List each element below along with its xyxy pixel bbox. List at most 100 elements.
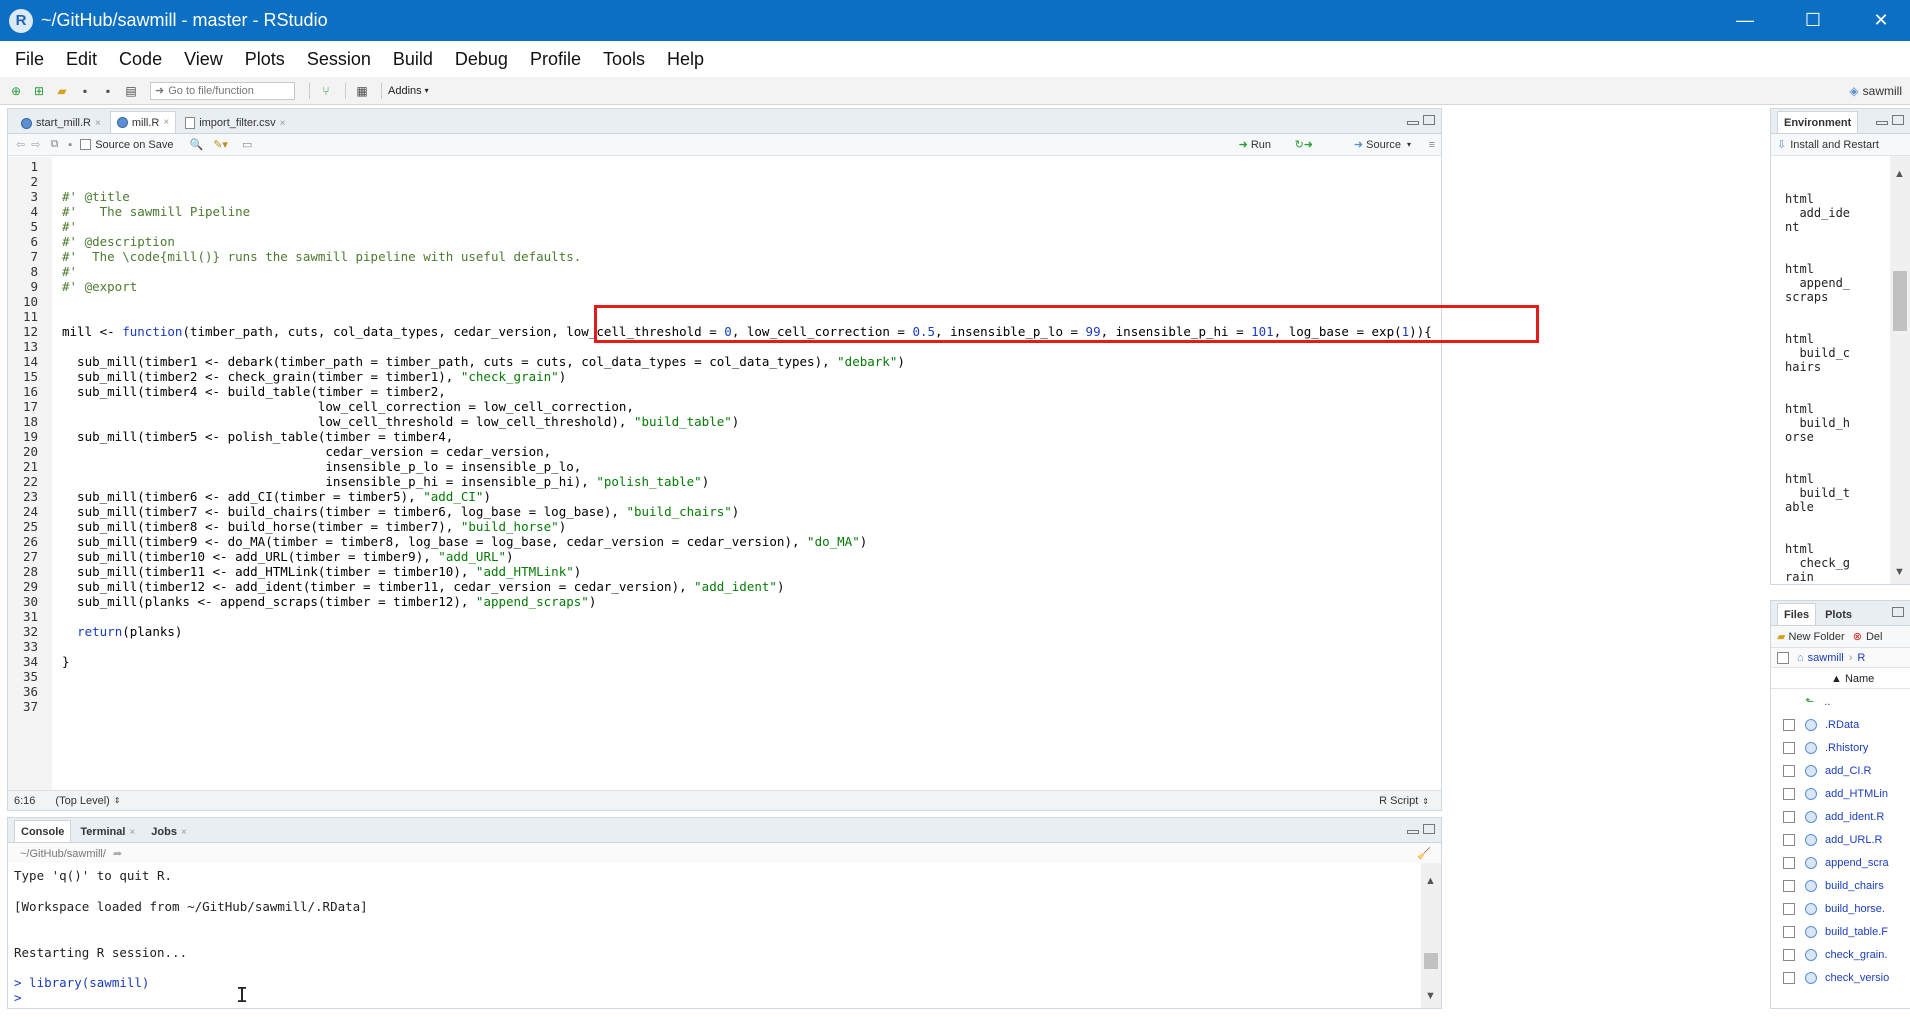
environment-item[interactable]: html build_h orse [1785,402,1875,444]
file-checkbox[interactable] [1783,810,1795,823]
show-in-window-icon[interactable]: ⧉ [50,138,58,151]
close-tab-icon[interactable]: × [163,117,169,128]
file-name[interactable]: build_table.F [1825,926,1888,938]
file-row[interactable]: check_versio [1771,966,1910,989]
file-row[interactable]: add_CI.R [1771,759,1910,782]
file-name[interactable]: add_ident.R [1825,811,1884,823]
tab-console[interactable]: Console [14,820,72,842]
minimize-button[interactable]: — [1716,0,1774,41]
file-row[interactable]: append_scra [1771,851,1910,874]
menu-session[interactable]: Session [296,49,382,70]
file-checkbox[interactable] [1783,741,1795,754]
save-file-icon[interactable]: ▪ [68,139,72,151]
file-row[interactable]: build_table.F [1771,920,1910,943]
menu-code[interactable]: Code [108,49,173,70]
file-row[interactable]: add_ident.R [1771,805,1910,828]
file-row[interactable]: add_HTMLin [1771,782,1910,805]
tab-import-filter[interactable]: import_filter.csv × [178,112,292,133]
new-project-icon[interactable]: ⊞ [29,82,49,100]
menu-build[interactable]: Build [382,49,444,70]
menu-edit[interactable]: Edit [55,49,108,70]
clear-console-icon[interactable]: 🧹 [1417,847,1431,860]
goto-file-input[interactable]: ➜ Go to file/function [150,81,295,100]
tab-files[interactable]: Files [1777,603,1817,625]
environment-item[interactable]: html check_g rain [1785,542,1875,584]
save-icon[interactable]: ▪ [75,82,95,100]
file-name[interactable]: add_HTMLin [1825,788,1888,800]
file-name[interactable]: build_chairs [1825,880,1884,892]
tab-jobs[interactable]: Jobs × [144,821,194,842]
pane-layout-icon[interactable]: ▦ [352,82,372,100]
menu-profile[interactable]: Profile [519,49,592,70]
source-button[interactable]: ➜ Source ▾ [1354,138,1411,152]
delete-button[interactable]: Del [1866,631,1883,643]
maximize-pane-icon[interactable] [1423,115,1435,125]
maximize-pane-icon[interactable] [1892,115,1904,125]
minimize-pane-icon[interactable] [1876,121,1888,125]
file-name[interactable]: build_horse. [1825,903,1885,915]
close-tab-icon[interactable]: × [129,827,135,838]
minimize-pane-icon[interactable] [1407,830,1419,834]
search-icon[interactable]: 🔍 [189,138,203,151]
file-name[interactable]: .Rhistory [1825,742,1868,754]
file-checkbox[interactable] [1783,879,1795,892]
home-icon[interactable]: ⌂ [1797,652,1804,664]
file-checkbox[interactable] [1783,856,1795,869]
file-row[interactable]: .Rhistory [1771,736,1910,759]
file-checkbox[interactable] [1783,718,1795,731]
file-name[interactable]: check_grain. [1825,949,1887,961]
environment-item[interactable]: html add_ide nt [1785,192,1875,234]
install-restart-button[interactable]: Install and Restart [1790,139,1879,151]
file-checkbox[interactable] [1783,833,1795,846]
print-icon[interactable]: ▤ [121,82,141,100]
tab-environment[interactable]: Environment [1777,111,1859,133]
tab-plots[interactable]: Plots [1818,604,1859,625]
go-to-directory-icon[interactable]: ➦ [113,848,122,860]
new-folder-button[interactable]: New Folder [1788,631,1844,643]
file-checkbox[interactable] [1783,948,1795,961]
console-scrollbar[interactable]: ▲ ▼ [1421,863,1441,1008]
vcs-icon[interactable]: ⑂ [316,82,336,100]
maximize-pane-icon[interactable] [1423,824,1435,834]
forward-arrow-icon[interactable]: ⇨ [31,138,40,151]
run-button[interactable]: ➜ Run [1239,138,1271,152]
name-column-header[interactable]: ▲ Name [1831,673,1874,685]
file-name[interactable]: append_scra [1825,857,1889,869]
scroll-up-icon[interactable]: ▲ [1425,875,1436,887]
close-tab-icon[interactable]: × [95,118,101,129]
environment-item[interactable]: html build_t able [1785,472,1875,514]
maximize-pane-icon[interactable] [1892,607,1904,617]
scroll-down-icon[interactable]: ▼ [1425,990,1436,1002]
outline-icon[interactable]: ≡ [1429,139,1435,151]
rerun-icon[interactable]: ↻➜ [1295,138,1313,151]
select-all-checkbox[interactable] [1777,651,1789,664]
maximize-button[interactable]: ☐ [1784,0,1842,41]
file-row[interactable]: build_horse. [1771,897,1910,920]
minimize-pane-icon[interactable] [1407,121,1419,125]
addins-menu[interactable]: Addins [388,85,422,97]
tab-mill[interactable]: mill.R × [109,111,177,133]
close-tab-icon[interactable]: × [181,827,187,838]
menu-help[interactable]: Help [656,49,715,70]
environment-item[interactable]: html append_ scraps [1785,262,1875,304]
menu-view[interactable]: View [173,49,234,70]
project-menu[interactable]: ◈ sawmill [1849,77,1902,104]
file-checkbox[interactable] [1783,902,1795,915]
file-type-selector[interactable]: R Script ⇕ [1379,795,1429,807]
back-arrow-icon[interactable]: ⇦ [16,138,25,151]
file-checkbox[interactable] [1783,971,1795,984]
close-button[interactable]: ✕ [1852,0,1910,41]
source-on-save-checkbox[interactable] [80,139,92,150]
menu-file[interactable]: File [4,49,55,70]
file-checkbox[interactable] [1783,764,1795,777]
file-row[interactable]: .RData [1771,713,1910,736]
tab-terminal[interactable]: Terminal × [73,821,142,842]
menu-plots[interactable]: Plots [234,49,296,70]
save-all-icon[interactable]: ▪ [98,82,118,100]
file-checkbox[interactable] [1783,787,1795,800]
scroll-up-icon[interactable]: ▲ [1894,168,1905,180]
environment-item[interactable]: html build_c hairs [1785,332,1875,374]
environment-scrollbar[interactable]: ▲ ▼ [1890,156,1910,584]
compile-report-icon[interactable]: ▭ [242,138,252,151]
file-row[interactable]: check_grain. [1771,943,1910,966]
